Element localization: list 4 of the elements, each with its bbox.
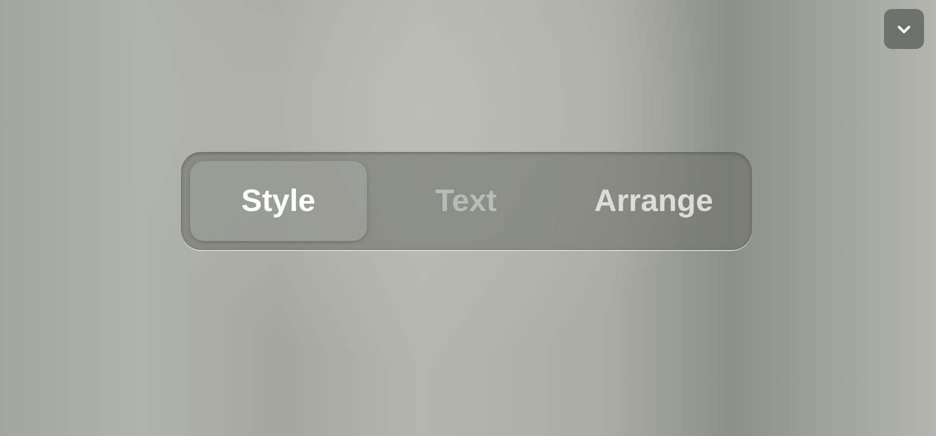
chevron-down-icon — [897, 24, 911, 34]
dropdown-button[interactable] — [884, 9, 924, 49]
tab[interactable]: Style — [190, 161, 368, 241]
tab[interactable]: Arrange — [564, 161, 743, 241]
